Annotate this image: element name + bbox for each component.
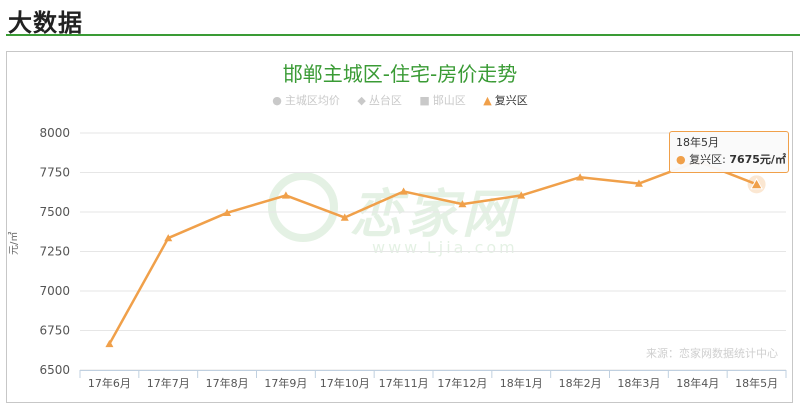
- x-tick-label: 18年3月: [617, 376, 660, 390]
- bullet-icon: ●: [676, 153, 686, 166]
- y-tick-label: 7000: [39, 284, 70, 298]
- tooltip-row: ● 复兴区: 7675元/㎡: [676, 153, 786, 166]
- x-tick-label: 17年7月: [147, 376, 190, 390]
- x-tick-label: 17年9月: [264, 376, 307, 390]
- x-tick-label: 17年6月: [88, 376, 131, 390]
- y-tick-label: 6500: [39, 363, 70, 377]
- x-tick-label: 18年4月: [676, 376, 719, 390]
- y-tick-label: 7250: [39, 245, 70, 259]
- y-tick-label: 6750: [39, 324, 70, 338]
- chart-tooltip: 18年5月 ● 复兴区: 7675元/㎡: [669, 131, 789, 173]
- x-tick-label: 17年8月: [206, 376, 249, 390]
- series-line-复兴区: [108, 160, 758, 345]
- x-tick-label: 18年1月: [500, 376, 543, 390]
- data-source: 来源：恋家网数据统计中心: [646, 347, 778, 360]
- x-tick-label: 18年2月: [559, 376, 602, 390]
- tooltip-date: 18年5月: [676, 136, 719, 149]
- y-axis-title: 元/㎡: [9, 231, 20, 255]
- y-tick-label: 7750: [39, 166, 70, 180]
- tooltip-series: 复兴区: [689, 153, 723, 166]
- x-tick-label: 17年12月: [437, 376, 487, 390]
- y-tick-label: 8000: [39, 126, 70, 140]
- tooltip-value: 7675元/㎡: [729, 153, 786, 166]
- y-tick-label: 7500: [39, 205, 70, 219]
- x-tick-label: 17年10月: [320, 376, 370, 390]
- x-tick-label: 17年11月: [379, 376, 429, 390]
- x-tick-label: 18年5月: [735, 376, 778, 390]
